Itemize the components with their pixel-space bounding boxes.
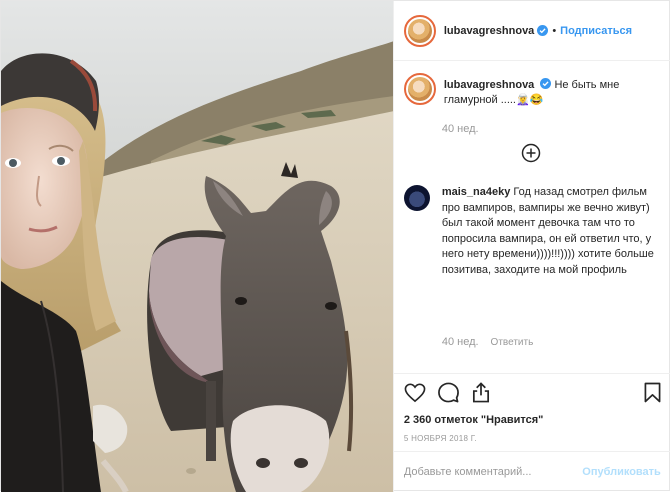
save-button[interactable] — [644, 382, 661, 406]
comment-text-block: mais_na4eky Год назад смотрел фильм про … — [442, 185, 656, 278]
reply-button[interactable]: Ответить — [491, 337, 534, 348]
verified-badge-icon — [540, 78, 552, 89]
comment-item: mais_na4eky Год назад смотрел фильм про … — [403, 185, 662, 278]
caption-author-avatar[interactable] — [403, 73, 436, 105]
comment-timestamp[interactable]: 40 нед. — [442, 336, 479, 348]
post-caption: lubavagreshnova Не быть мне гламурной ..… — [403, 73, 662, 108]
post-side-panel: lubavagreshnova • Подписаться lubavagres… — [392, 1, 670, 492]
load-more-comments-button[interactable] — [521, 143, 541, 166]
plus-circle-icon — [521, 143, 541, 163]
likes-count[interactable]: 2 360 отметок "Нравится" — [404, 414, 661, 426]
caption-author-username[interactable]: lubavagreshnova — [444, 79, 534, 91]
action-icons-row — [404, 380, 661, 408]
caption-timestamp[interactable]: 40 нед. — [442, 123, 479, 135]
comment-text: Год назад смотрел фильм про вампиров, ва… — [441, 186, 654, 276]
author-username[interactable]: lubavagreshnova — [444, 25, 534, 37]
follow-button[interactable]: Подписаться — [560, 25, 632, 37]
post-header: lubavagreshnova • Подписаться — [393, 1, 670, 61]
commenter-avatar[interactable] — [403, 185, 430, 211]
comment-button[interactable] — [437, 382, 459, 406]
share-button[interactable] — [471, 382, 491, 406]
post-date[interactable]: 5 ноября 2018 г. — [404, 434, 661, 443]
heart-icon — [404, 383, 426, 402]
publish-button[interactable]: Опубликовать — [582, 466, 661, 478]
caption-text-block: lubavagreshnova Не быть мне гламурной ..… — [444, 73, 662, 108]
verified-badge-icon — [537, 25, 549, 36]
comment-icon — [437, 382, 459, 403]
author-avatar[interactable] — [403, 14, 436, 47]
post-photo[interactable] — [1, 1, 393, 492]
add-comment-bar: Опубликовать — [393, 451, 670, 492]
separator-dot: • — [552, 24, 557, 37]
selfie-with-donkey-image — [1, 1, 393, 492]
share-icon — [472, 382, 489, 403]
comment-meta: 40 нед. Ответить — [442, 336, 533, 348]
bookmark-icon — [644, 382, 661, 403]
comment-input[interactable] — [403, 466, 583, 478]
like-button[interactable] — [404, 383, 426, 406]
instagram-post: lubavagreshnova • Подписаться lubavagres… — [0, 0, 670, 492]
commenter-username[interactable]: mais_na4eky — [442, 186, 511, 198]
post-actions: 2 360 отметок "Нравится" 5 ноября 2018 г… — [393, 373, 670, 447]
